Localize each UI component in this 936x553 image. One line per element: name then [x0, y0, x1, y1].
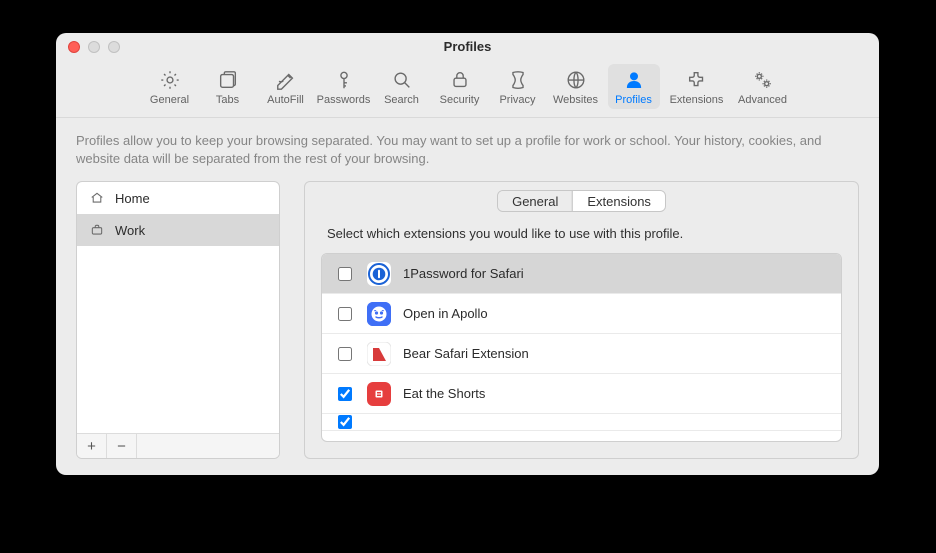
bear-icon — [367, 342, 391, 366]
toolbar-tab-label: Security — [440, 94, 480, 106]
columns: Home Work + − GeneralExtensions Select w… — [76, 181, 859, 459]
toolbar-tab-general[interactable]: General — [144, 64, 196, 109]
search-icon — [389, 67, 415, 93]
body: Profiles allow you to keep your browsing… — [56, 118, 879, 475]
profiles-icon — [621, 67, 647, 93]
autofill-icon — [273, 67, 299, 93]
advanced-icon — [750, 67, 776, 93]
extension-row[interactable]: Open in Apollo — [322, 294, 841, 334]
apollo-icon — [367, 302, 391, 326]
toolbar-tab-websites[interactable]: Websites — [550, 64, 602, 109]
preferences-window: Profiles General Tabs AutoFill Passwords… — [56, 33, 879, 475]
extension-checkbox[interactable] — [338, 307, 352, 321]
titlebar: Profiles — [56, 33, 879, 60]
profiles-sidebar: Home Work + − — [76, 181, 280, 459]
sidebar-item-label: Work — [115, 223, 145, 238]
toolbar-tab-label: Extensions — [670, 94, 724, 106]
extension-checkbox[interactable] — [338, 387, 352, 401]
extension-name: 1Password for Safari — [403, 266, 524, 281]
toolbar-tab-label: Passwords — [317, 94, 371, 106]
toolbar-tab-tabs[interactable]: Tabs — [202, 64, 254, 109]
shorts-icon — [367, 382, 391, 406]
toolbar-tab-label: Search — [384, 94, 419, 106]
segmented-control: GeneralExtensions — [497, 190, 666, 212]
house-icon — [89, 190, 105, 206]
toolbar-tab-privacy[interactable]: Privacy — [492, 64, 544, 109]
sidebar-item-label: Home — [115, 191, 150, 206]
privacy-icon — [505, 67, 531, 93]
segment-extensions[interactable]: Extensions — [572, 191, 665, 211]
extension-row[interactable]: Bear Safari Extension — [322, 334, 841, 374]
toolbar-tab-label: General — [150, 94, 189, 106]
extensions-list: 1Password for Safari Open in Apollo Bear… — [321, 253, 842, 442]
passwords-icon — [331, 67, 357, 93]
toolbar-tab-label: Profiles — [615, 94, 652, 106]
toolbar-tab-passwords[interactable]: Passwords — [318, 64, 370, 109]
toolbar-tab-advanced[interactable]: Advanced — [734, 64, 792, 109]
extension-checkbox[interactable] — [338, 267, 352, 281]
toolbar-tab-label: Websites — [553, 94, 598, 106]
zoom-icon[interactable] — [108, 41, 120, 53]
onepassword-icon — [367, 262, 391, 286]
toolbar-tab-label: Privacy — [499, 94, 535, 106]
extension-row[interactable]: Eat the Shorts — [322, 374, 841, 414]
extension-row[interactable]: 1Password for Safari — [322, 254, 841, 294]
extension-name: Eat the Shorts — [403, 386, 485, 401]
traffic-lights — [68, 41, 120, 53]
profiles-footer: + − — [77, 433, 279, 458]
sidebar-item-home[interactable]: Home — [77, 182, 279, 214]
add-profile-button[interactable]: + — [77, 434, 107, 458]
window-title: Profiles — [444, 39, 492, 54]
extensions-scroll[interactable]: 1Password for Safari Open in Apollo Bear… — [322, 254, 841, 441]
profiles-list: Home Work — [77, 182, 279, 433]
extension-name: Open in Apollo — [403, 306, 488, 321]
toolbar-tab-label: AutoFill — [267, 94, 304, 106]
extensions-icon — [684, 67, 710, 93]
toolbar-tab-label: Tabs — [216, 94, 239, 106]
sidebar-item-work[interactable]: Work — [77, 214, 279, 246]
toolbar-tab-security[interactable]: Security — [434, 64, 486, 109]
detail-panel: GeneralExtensions Select which extension… — [304, 181, 859, 459]
extension-checkbox[interactable] — [338, 415, 352, 429]
general-icon — [157, 67, 183, 93]
close-icon[interactable] — [68, 41, 80, 53]
toolbar-tab-search[interactable]: Search — [376, 64, 428, 109]
extension-name: Bear Safari Extension — [403, 346, 529, 361]
toolbar-tab-profiles[interactable]: Profiles — [608, 64, 660, 109]
tabs-icon — [215, 67, 241, 93]
segment-general[interactable]: General — [498, 191, 572, 211]
websites-icon — [563, 67, 589, 93]
extension-row[interactable] — [322, 414, 841, 431]
preferences-toolbar: General Tabs AutoFill Passwords Search S… — [56, 60, 879, 118]
profiles-description: Profiles allow you to keep your browsing… — [76, 132, 846, 167]
detail-instruction: Select which extensions you would like t… — [327, 226, 836, 241]
toolbar-tab-autofill[interactable]: AutoFill — [260, 64, 312, 109]
remove-profile-button[interactable]: − — [107, 434, 137, 458]
security-icon — [447, 67, 473, 93]
segmented-wrap: GeneralExtensions — [321, 190, 842, 212]
briefcase-icon — [89, 222, 105, 238]
minimize-icon[interactable] — [88, 41, 100, 53]
toolbar-tab-extensions[interactable]: Extensions — [666, 64, 728, 109]
extension-checkbox[interactable] — [338, 347, 352, 361]
toolbar-tab-label: Advanced — [738, 94, 787, 106]
